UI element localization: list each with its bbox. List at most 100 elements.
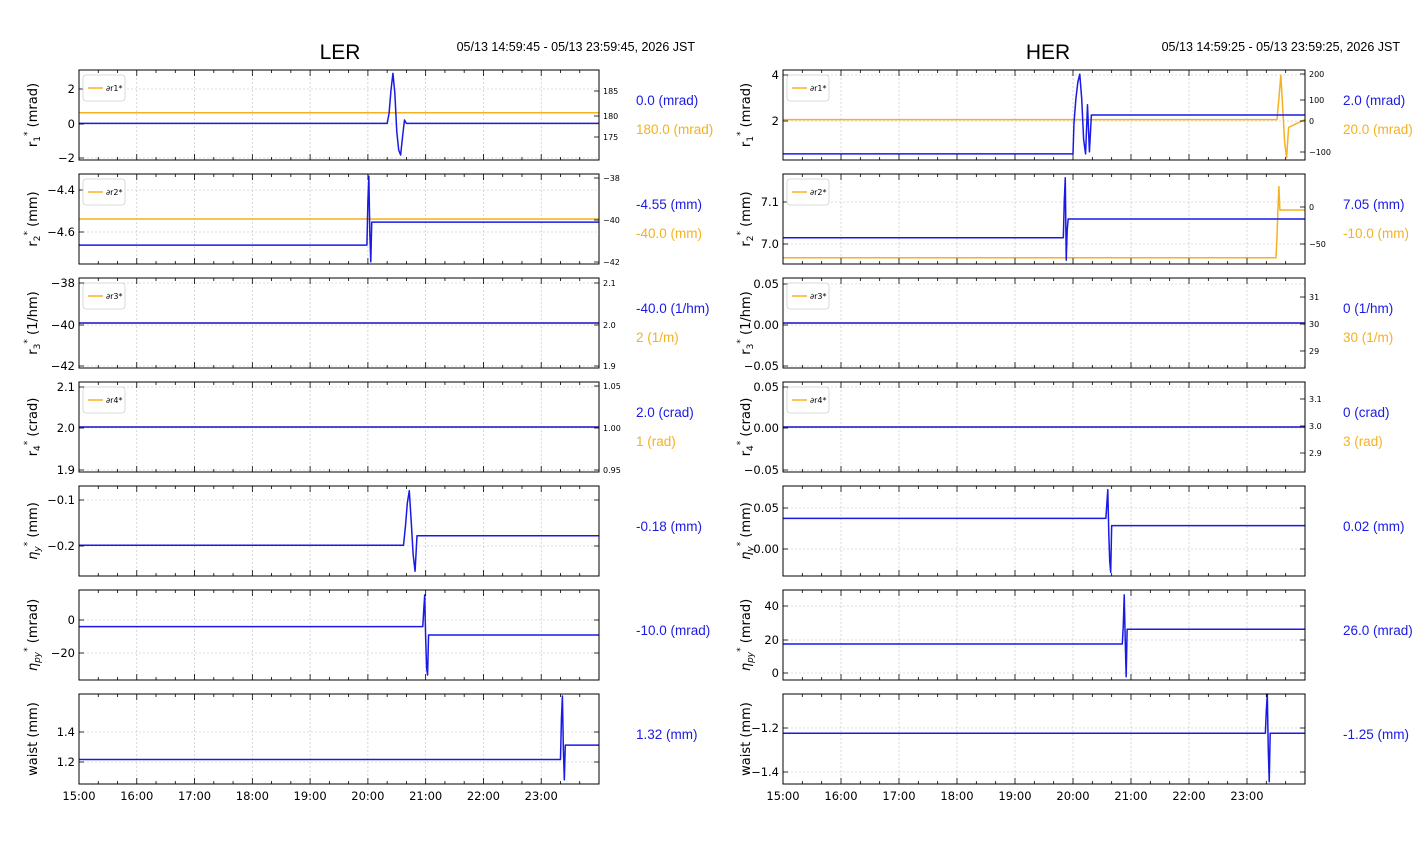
y2-tick-label: −100: [1309, 148, 1331, 157]
y-tick-label: 7.1: [761, 195, 779, 209]
dashboard-canvas: LER 05/13 14:59:45 - 05/13 23:59:45, 2026…: [23, 40, 1412, 803]
x-tick-label: 21:00: [1114, 789, 1147, 803]
current-value-orange: 3 (rad): [1343, 434, 1383, 449]
y-tick-label: −0.2: [47, 539, 75, 553]
y-axis-label: ηpy* (mrad): [23, 599, 43, 671]
x-tick-label: 16:00: [824, 789, 857, 803]
current-value-blue: -1.25 (mm): [1343, 727, 1409, 742]
y-axis-label: r1* (mrad): [736, 83, 756, 147]
y2-tick-label: −50: [1309, 240, 1326, 249]
y-tick-label: 2.0: [57, 421, 75, 435]
y-axis-label: r1* (mrad): [23, 83, 43, 147]
y-tick-label: 2.1: [57, 380, 75, 394]
subplot-5: 0.05 0.00ηy* (mm) 0.02 (mm): [736, 485, 1405, 577]
subplot-4: 0.05 0.00 −0.05 3.1 3.0 2.9 r4* (crad) ∂r4* 0 (c…: [736, 380, 1390, 477]
x-tick-label: 19:00: [294, 789, 327, 803]
legend: ∂r3*: [82, 282, 126, 310]
legend-label: ∂r2*: [106, 188, 123, 197]
x-tick-label: 17:00: [178, 789, 211, 803]
legend-label: ∂r1*: [106, 84, 123, 93]
time-range-label: 05/13 14:59:45 - 05/13 23:59:45, 2026 JS…: [457, 40, 696, 54]
current-value-blue: 0 (1/hm): [1343, 301, 1393, 316]
current-value-blue: 2.0 (mrad): [1343, 93, 1405, 108]
y-axis-label: ηy* (mm): [736, 502, 756, 560]
y-tick-label: 0.00: [753, 421, 779, 435]
y-axis-label: waist (mm): [739, 702, 754, 776]
legend: ∂r1*: [786, 74, 830, 102]
x-tick-label: 22:00: [1172, 789, 1205, 803]
panel-title: LER: [320, 41, 361, 64]
y2-tick-label: 200: [1309, 70, 1324, 79]
y-tick-label: 0: [772, 666, 779, 680]
legend: ∂r2*: [82, 178, 126, 206]
subplot-1: 4 2 200 100 0 −100 r1* (mrad) ∂r1* 2.0 (mrad) 20.…: [736, 68, 1412, 161]
y2-tick-label: 2.1: [603, 279, 616, 288]
y-tick-label: −0.05: [744, 359, 779, 373]
panel-title: HER: [1026, 41, 1070, 64]
y-tick-label: −42: [51, 359, 75, 373]
chart-panel-ler: LER 05/13 14:59:45 - 05/13 23:59:45, 2026…: [23, 40, 713, 803]
y2-tick-label: 2.0: [603, 321, 616, 330]
plot-area: [79, 694, 599, 784]
y-tick-label: −40: [51, 318, 75, 332]
x-tick-label: 20:00: [351, 789, 384, 803]
y-tick-label: 0: [68, 117, 75, 131]
y-axis-label: waist (mm): [26, 702, 41, 776]
x-tick-label: 19:00: [998, 789, 1031, 803]
x-tick-label: 17:00: [882, 789, 915, 803]
x-tick-label: 22:00: [467, 789, 500, 803]
legend-label: ∂r1*: [810, 84, 827, 93]
current-value-orange: 2 (1/m): [636, 330, 679, 345]
legend: ∂r4*: [82, 386, 126, 414]
current-value-blue: -4.55 (mm): [636, 197, 702, 212]
current-value-blue: -0.18 (mm): [636, 519, 702, 534]
legend: ∂r1*: [82, 74, 126, 102]
legend: ∂r3*: [786, 282, 830, 310]
y2-tick-label: 175: [603, 133, 618, 142]
current-value-orange: 20.0 (mrad): [1343, 122, 1412, 137]
plot-area: [79, 70, 599, 160]
current-value-blue: 2.0 (crad): [636, 405, 694, 420]
y2-tick-label: 3.0: [1309, 422, 1322, 431]
legend-label: ∂r3*: [106, 292, 123, 301]
y-tick-label: 0.05: [753, 501, 779, 515]
y2-tick-label: −40: [603, 216, 620, 225]
plot-area: [783, 694, 1305, 784]
subplot-2: 7.1 7.0 0 −50 r2* (mm) ∂r2* 7.05 (mm) -10.0 (mm…: [736, 173, 1409, 265]
y-tick-label: −20: [51, 646, 75, 660]
x-tick-label: 23:00: [525, 789, 558, 803]
y-axis-label: ηpy* (mrad): [736, 599, 756, 671]
y2-tick-label: 1.9: [603, 362, 616, 371]
x-tick-label: 21:00: [409, 789, 442, 803]
y2-tick-label: 29: [1309, 347, 1319, 356]
time-range-label: 05/13 14:59:25 - 05/13 23:59:25, 2026 JS…: [1162, 40, 1401, 54]
subplot-7: 1.4 1.2 waist (mm) 1.32 (mm): [26, 693, 698, 785]
legend: ∂r4*: [786, 386, 830, 414]
y2-tick-label: 30: [1309, 320, 1319, 329]
x-tick-label: 20:00: [1056, 789, 1089, 803]
y-tick-label: 1.4: [57, 725, 75, 739]
y-tick-label: −1.2: [751, 721, 779, 735]
current-value-orange: 1 (rad): [636, 434, 676, 449]
x-tick-label: 16:00: [120, 789, 153, 803]
x-tick-label: 15:00: [766, 789, 799, 803]
y-tick-label: 7.0: [761, 237, 779, 251]
y-tick-label: −2: [58, 151, 75, 165]
y-axis-label: r4* (crad): [736, 398, 756, 457]
y2-tick-label: −42: [603, 258, 620, 267]
subplot-3: 0.05 0.00 −0.05 31 30 29 r3* (1/hm) ∂r3* 0 (1/hm…: [736, 277, 1393, 373]
y-tick-label: −4.6: [47, 225, 75, 239]
y2-tick-label: 31: [1309, 293, 1319, 302]
current-value-blue: 0 (crad): [1343, 405, 1390, 420]
plot-area: [79, 486, 599, 576]
legend: ∂r2*: [786, 178, 830, 206]
subplot-6: 40 20 0 ηpy* (mrad) 26.0 (mrad): [736, 589, 1412, 681]
subplot-4: 2.1 2.0 1.9 1.05 1.00 0.95 r4* (crad) ∂r4* 2.0 (…: [23, 380, 694, 477]
y-tick-label: 2: [68, 82, 75, 96]
legend-label: ∂r4*: [810, 396, 827, 405]
y-tick-label: 4: [772, 68, 779, 82]
current-value-blue: 26.0 (mrad): [1343, 623, 1412, 638]
subplot-3: −38 −40 −42 2.1 2.0 1.9 r3* (1/hm) ∂r3* -40.0 (1…: [23, 276, 710, 373]
plot-area: [783, 590, 1305, 680]
y-tick-label: −4.4: [47, 183, 75, 197]
